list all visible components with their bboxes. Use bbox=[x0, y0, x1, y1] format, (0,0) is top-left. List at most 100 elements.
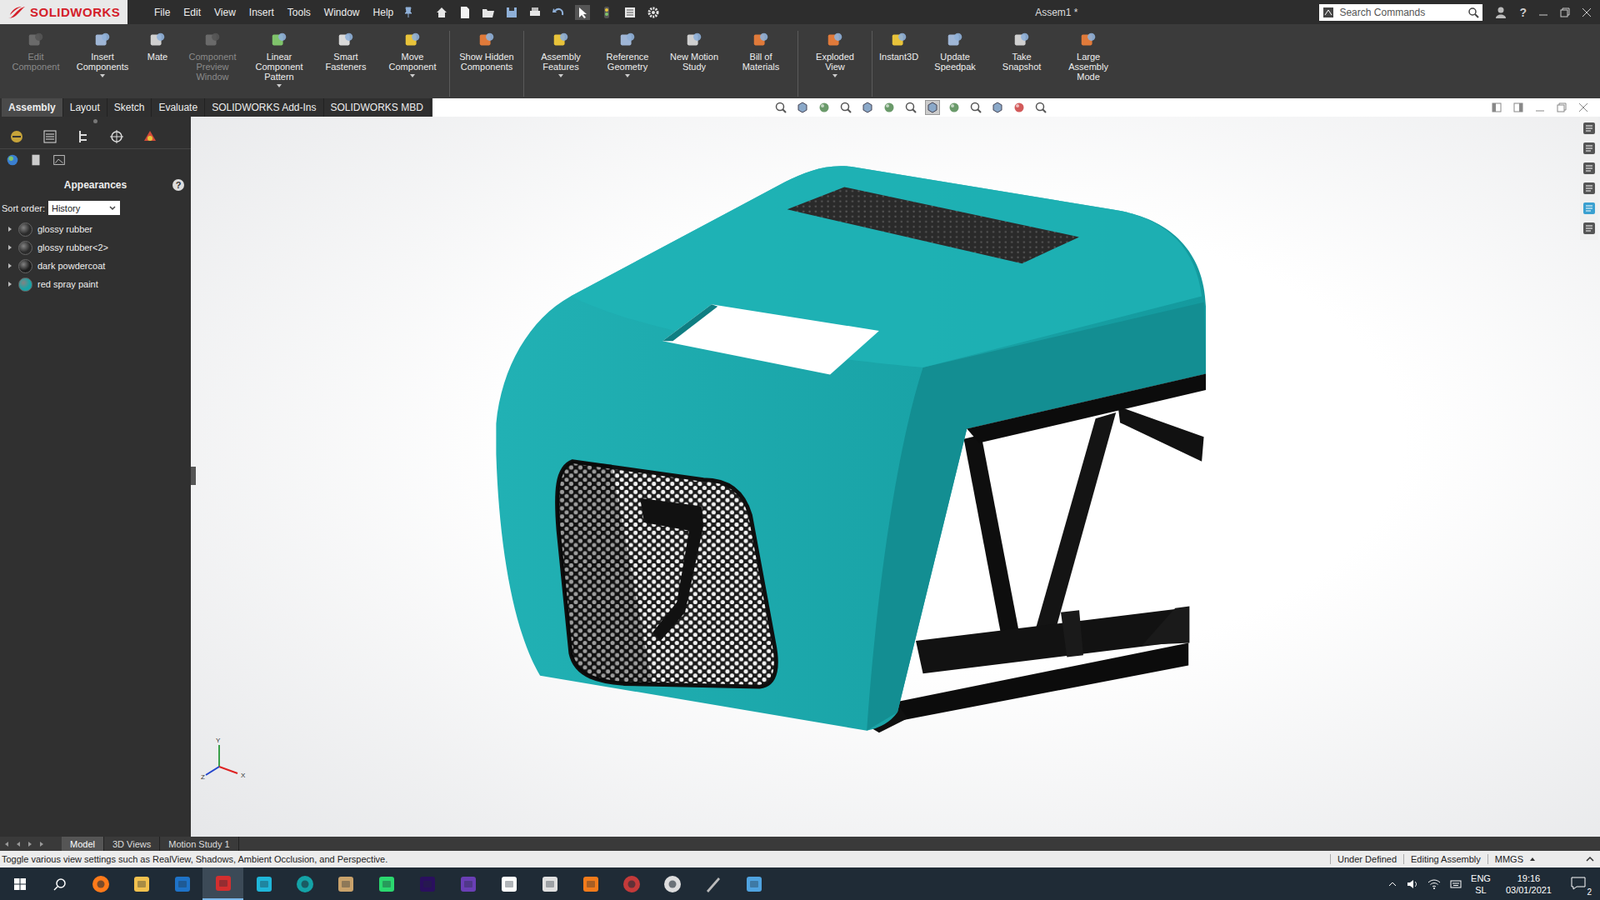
status-expand-icon[interactable] bbox=[1585, 854, 1595, 865]
ribbon-button[interactable]: Show Hidden Components bbox=[454, 30, 520, 72]
pin-icon[interactable] bbox=[401, 5, 415, 20]
command-tab[interactable]: Assembly bbox=[1, 98, 64, 117]
panel-splitter[interactable] bbox=[190, 466, 196, 485]
ribbon-button[interactable]: Take Snapshot bbox=[989, 30, 1055, 72]
taskbar-app[interactable] bbox=[488, 867, 530, 900]
scene-icon[interactable] bbox=[51, 152, 67, 168]
dropdown-caret[interactable] bbox=[276, 84, 282, 88]
status-item[interactable]: MMGS bbox=[1487, 854, 1530, 865]
magnifier-icon[interactable] bbox=[1467, 6, 1480, 19]
taskbar-app[interactable] bbox=[202, 867, 244, 900]
ribbon-button[interactable]: Insert Components bbox=[70, 30, 135, 78]
undo-icon[interactable] bbox=[551, 5, 565, 20]
search-commands-field[interactable]: Search Commands bbox=[1319, 4, 1483, 21]
ribbon-button[interactable]: Exploded View bbox=[802, 30, 868, 78]
assembly-model[interactable] bbox=[190, 116, 1600, 837]
ribbon-button[interactable]: Bill of Materials bbox=[728, 30, 794, 72]
ribbon-button[interactable]: New Motion Study bbox=[661, 30, 727, 72]
dropdown-caret[interactable] bbox=[832, 74, 838, 78]
ribbon-button[interactable]: Edit Component bbox=[3, 30, 69, 72]
command-tab[interactable]: SOLIDWORKS MBD bbox=[324, 98, 431, 117]
task-pane-icon[interactable] bbox=[1582, 121, 1596, 135]
taskbar-app[interactable] bbox=[243, 867, 285, 900]
view-tool-icon[interactable] bbox=[774, 100, 788, 115]
sort-order-dropdown[interactable]: History bbox=[48, 200, 120, 215]
tile-right-icon[interactable] bbox=[1513, 102, 1524, 113]
scroll-arrow-icon[interactable] bbox=[38, 840, 45, 848]
task-pane-icon[interactable] bbox=[1582, 181, 1596, 195]
expand-arrow-icon[interactable] bbox=[6, 280, 14, 288]
search-scope-icon[interactable] bbox=[1322, 6, 1335, 19]
view-tool-icon[interactable] bbox=[839, 100, 853, 115]
windows-start-icon[interactable] bbox=[13, 877, 27, 891]
tile-left-icon[interactable] bbox=[1491, 102, 1502, 113]
command-tab[interactable]: SOLIDWORKS Add-Ins bbox=[205, 98, 324, 117]
taskbar-app[interactable] bbox=[610, 867, 652, 900]
save-icon[interactable] bbox=[505, 5, 519, 20]
dropdown-caret[interactable] bbox=[410, 74, 415, 78]
menu-item[interactable]: Window bbox=[319, 5, 365, 20]
feature-manager-icon[interactable] bbox=[8, 128, 25, 145]
doc-minimize-icon[interactable] bbox=[1535, 102, 1545, 113]
ribbon-button[interactable]: Assembly Features bbox=[528, 30, 594, 78]
command-tab[interactable]: Layout bbox=[63, 98, 108, 117]
input-method-icon[interactable] bbox=[1449, 877, 1463, 891]
menu-item[interactable]: Edit bbox=[178, 5, 206, 20]
ribbon-button[interactable]: Large Assembly Mode bbox=[1055, 30, 1121, 82]
view-tool-icon[interactable] bbox=[860, 100, 875, 115]
view-tool-icon[interactable] bbox=[817, 100, 831, 115]
ribbon-button[interactable]: Linear Component Pattern bbox=[246, 30, 312, 88]
taskbar-app[interactable] bbox=[161, 867, 203, 900]
file-properties-icon[interactable] bbox=[623, 5, 637, 20]
appearance-item[interactable]: dark powdercoat bbox=[0, 256, 191, 275]
scroll-arrow-icon[interactable] bbox=[3, 840, 10, 848]
task-pane-icon[interactable] bbox=[1582, 221, 1596, 235]
restore-icon[interactable] bbox=[1560, 7, 1570, 18]
taskbar-app[interactable] bbox=[447, 867, 489, 900]
wifi-icon[interactable] bbox=[1427, 877, 1441, 891]
taskbar-app[interactable] bbox=[692, 867, 734, 900]
view-tool-icon[interactable] bbox=[904, 100, 918, 115]
taskbar-app[interactable] bbox=[120, 867, 162, 900]
display-manager-icon[interactable] bbox=[141, 128, 159, 145]
doc-close-icon[interactable] bbox=[1578, 102, 1589, 113]
app-logo[interactable]: SOLIDWORKS bbox=[0, 0, 128, 25]
taskbar-app[interactable] bbox=[570, 867, 611, 900]
status-item[interactable]: Under Defined bbox=[1330, 854, 1404, 865]
dimxpert-icon[interactable] bbox=[108, 128, 125, 145]
command-tab[interactable]: Sketch bbox=[107, 98, 153, 117]
expand-arrow-icon[interactable] bbox=[6, 262, 14, 270]
home-icon[interactable] bbox=[435, 5, 449, 20]
appearance-item[interactable]: glossy rubber bbox=[0, 220, 191, 239]
ribbon-button[interactable]: Component Preview Window bbox=[180, 30, 245, 82]
ribbon-button[interactable]: Smart Fasteners bbox=[313, 30, 379, 72]
panel-grip[interactable] bbox=[0, 116, 191, 125]
task-pane-icon[interactable] bbox=[1582, 161, 1596, 175]
dropdown-caret[interactable] bbox=[558, 74, 564, 78]
taskbar-app[interactable] bbox=[406, 867, 448, 900]
view-tool-icon[interactable] bbox=[1012, 100, 1026, 115]
ribbon-button[interactable]: Update Speedpak bbox=[922, 30, 988, 72]
status-item[interactable]: Editing Assembly bbox=[1403, 854, 1488, 865]
open-folder-icon[interactable] bbox=[481, 5, 495, 20]
graphics-area[interactable]: Y Z X bbox=[190, 116, 1600, 837]
model-tab[interactable]: Model bbox=[61, 836, 105, 851]
menu-item[interactable]: File bbox=[149, 5, 175, 20]
menu-item[interactable]: Insert bbox=[244, 5, 280, 20]
expand-arrow-icon[interactable] bbox=[6, 225, 14, 233]
taskbar-app[interactable] bbox=[80, 867, 121, 900]
options-gear-icon[interactable] bbox=[646, 5, 660, 20]
doc-restore-icon[interactable] bbox=[1556, 102, 1567, 113]
view-tool-icon[interactable] bbox=[990, 100, 1005, 115]
rebuild-icon[interactable] bbox=[600, 5, 614, 20]
view-tool-icon[interactable] bbox=[795, 100, 810, 115]
view-tool-icon[interactable] bbox=[969, 100, 983, 115]
user-icon[interactable] bbox=[1494, 5, 1508, 20]
taskbar-app[interactable] bbox=[325, 867, 366, 900]
select-arrow-icon[interactable] bbox=[575, 5, 590, 20]
ribbon-button[interactable]: Mate bbox=[136, 30, 179, 62]
taskbar-app[interactable] bbox=[365, 867, 407, 900]
model-tab[interactable]: Motion Study 1 bbox=[160, 836, 239, 851]
search-icon[interactable] bbox=[53, 877, 67, 891]
ribbon-button[interactable]: Reference Geometry bbox=[595, 30, 660, 78]
